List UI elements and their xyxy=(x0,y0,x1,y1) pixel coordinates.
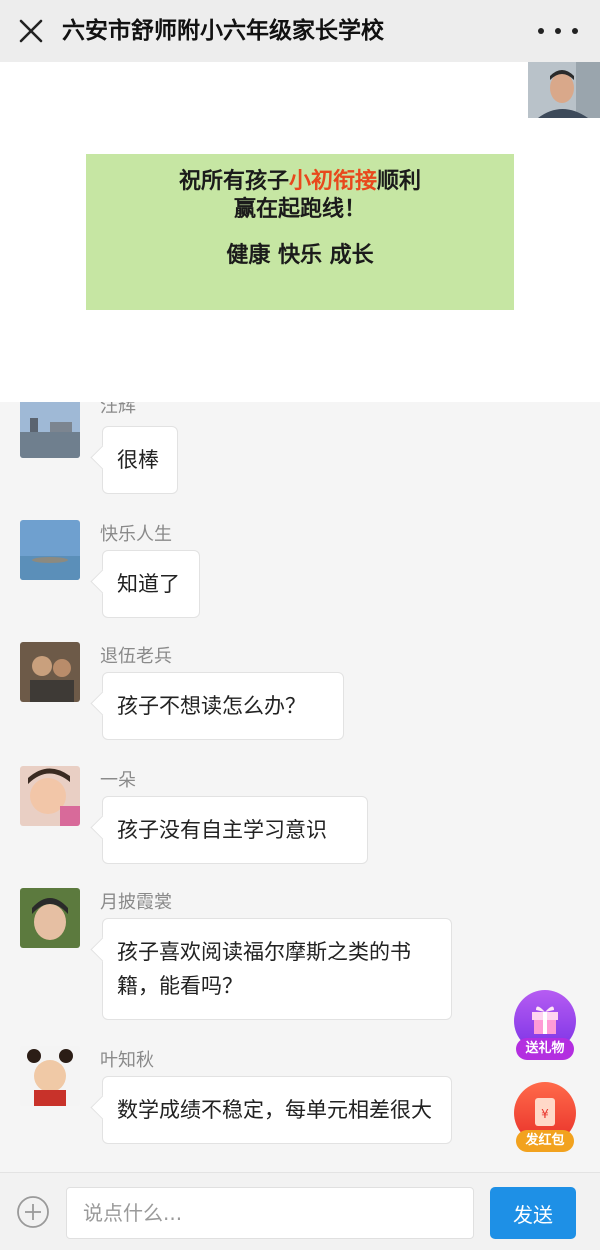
add-icon[interactable] xyxy=(16,1195,50,1229)
slide-line-1: 祝所有孩子小初衔接顺利 xyxy=(178,169,422,194)
message-bubble: 孩子没有自主学习意识 xyxy=(102,796,368,864)
slide-line-2: 赢在起跑线！ xyxy=(233,197,366,222)
presenter-camera-thumbnail[interactable] xyxy=(528,62,600,118)
sender-name: 月披霞裳 xyxy=(100,892,172,913)
message-input[interactable]: 说点什么... xyxy=(66,1187,474,1239)
close-icon[interactable] xyxy=(14,14,48,48)
avatar[interactable] xyxy=(20,642,80,702)
slide-highlight: 小初衔接 xyxy=(288,169,377,194)
sender-name: 一朵 xyxy=(100,770,136,791)
sender-name: 叶知秋 xyxy=(100,1050,154,1071)
svg-text:¥: ¥ xyxy=(541,1107,549,1121)
avatar[interactable] xyxy=(20,1046,80,1106)
avatar[interactable] xyxy=(20,766,80,826)
page-title: 六安市舒师附小六年级家长学校 xyxy=(62,18,384,44)
message-bubble: 知道了 xyxy=(102,550,200,618)
gift-label: 送礼物 xyxy=(516,1038,574,1060)
more-options-icon[interactable] xyxy=(538,14,578,48)
chat-message-list[interactable]: 汪辉 很棒 快乐人生 知道了 退伍老兵 孩子不想读怎么办？ 一朵 孩子没有自主学… xyxy=(0,402,600,1170)
sender-name: 快乐人生 xyxy=(100,524,172,545)
message-bubble: 数学成绩不稳定，每单元相差很大 xyxy=(102,1076,452,1144)
message-input-bar: 说点什么... 发送 xyxy=(0,1172,600,1250)
sender-name: 退伍老兵 xyxy=(100,646,172,667)
message-bubble: 孩子不想读怎么办？ xyxy=(102,672,344,740)
presentation-slide: 祝所有孩子小初衔接顺利 赢在起跑线！ 健康 快乐 成长 xyxy=(86,154,514,310)
message-bubble: 孩子喜欢阅读福尔摩斯之类的书籍，能看吗？ xyxy=(102,918,452,1020)
avatar[interactable] xyxy=(20,402,80,458)
send-red-packet-button[interactable]: ¥ 发红包 xyxy=(514,1082,576,1154)
top-bar: 六安市舒师附小六年级家长学校 xyxy=(0,0,600,62)
avatar[interactable] xyxy=(20,520,80,580)
send-button[interactable]: 发送 xyxy=(490,1187,576,1239)
live-video-area: 祝所有孩子小初衔接顺利 赢在起跑线！ 健康 快乐 成长 xyxy=(0,62,600,402)
avatar[interactable] xyxy=(20,888,80,948)
send-gift-button[interactable]: 送礼物 xyxy=(514,990,576,1062)
slide-line-3: 健康 快乐 成长 xyxy=(226,243,374,268)
sender-name: 汪辉 xyxy=(100,402,136,417)
red-packet-label: 发红包 xyxy=(516,1130,574,1152)
message-bubble: 很棒 xyxy=(102,426,178,494)
